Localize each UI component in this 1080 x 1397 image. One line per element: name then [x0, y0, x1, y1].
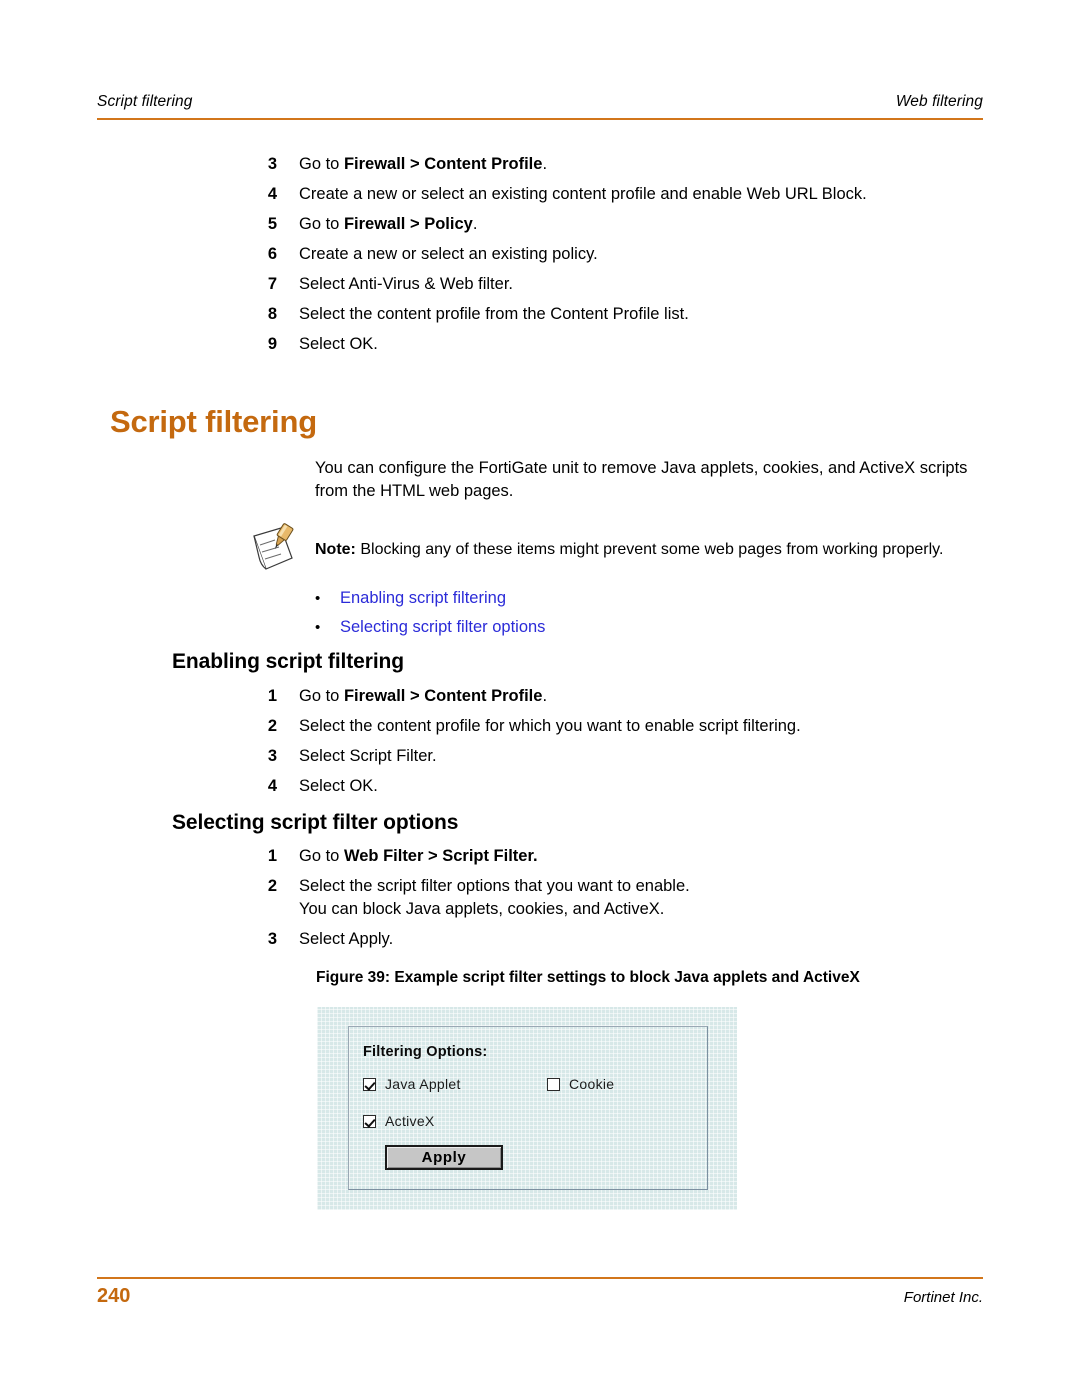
list-item: 7 Select Anti-Virus & Web filter. — [223, 273, 1080, 296]
step-number: 2 — [267, 877, 277, 895]
step-text: Select OK. — [299, 777, 378, 795]
list-item: 2 Select the script filter options that … — [223, 875, 1080, 921]
section-b-step-list: 1 Go to Web Filter > Script Filter. 2 Se… — [0, 845, 1080, 958]
top-step-list: 3 Go to Firewall > Content Profile. 4 Cr… — [0, 153, 1080, 363]
panel-title: Filtering Options: — [363, 1044, 488, 1060]
step-text: Select Apply. — [299, 930, 394, 948]
bullet-icon: • — [315, 590, 321, 607]
step-number: 8 — [267, 305, 277, 323]
list-item: 8 Select the content profile from the Co… — [223, 303, 1080, 326]
step-number: 5 — [267, 215, 277, 233]
page-number: 240 — [97, 1285, 131, 1307]
step-text: Go to Firewall > Content Profile. — [299, 687, 548, 705]
step-text-line2: You can block Java applets, cookies, and… — [299, 900, 665, 918]
header-left-title: Script filtering — [97, 93, 193, 110]
checkbox-java-applet[interactable] — [363, 1077, 376, 1091]
step-text: Select Anti-Virus & Web filter. — [299, 275, 513, 293]
figure-caption: Figure 39: Example script filter setting… — [316, 969, 860, 986]
header-divider-rule — [97, 118, 983, 120]
publisher-name: Fortinet Inc. — [903, 1289, 983, 1306]
step-text: Go to Firewall > Policy. — [299, 215, 478, 233]
checkbox-label-cookie: Cookie — [569, 1076, 615, 1092]
list-item: 5 Go to Firewall > Policy. — [223, 213, 1080, 236]
step-text: Go to Web Filter > Script Filter. — [299, 847, 538, 865]
step-number: 3 — [267, 155, 277, 173]
list-item: 1 Go to Web Filter > Script Filter. — [223, 845, 1080, 868]
step-text: Select the content profile for which you… — [299, 717, 801, 735]
section-a-step-list: 1 Go to Firewall > Content Profile. 2 Se… — [0, 685, 1080, 805]
list-item: 3 Select Apply. — [223, 928, 1080, 951]
step-text: Select the script filter options that yo… — [299, 875, 690, 921]
step-number: 4 — [267, 777, 277, 795]
cross-reference-list: • Enabling script filtering • Selecting … — [315, 588, 545, 646]
list-item: 2 Select the content profile for which y… — [223, 715, 1080, 738]
list-item: 1 Go to Firewall > Content Profile. — [223, 685, 1080, 708]
step-number: 3 — [267, 747, 277, 765]
step-number: 9 — [267, 335, 277, 353]
figure-screenshot: Filtering Options: Java Applet Cookie Ac… — [317, 1007, 737, 1210]
list-item: 3 Select Script Filter. — [223, 745, 1080, 768]
step-text: Create a new or select an existing polic… — [299, 245, 598, 263]
page-footer: 240 Fortinet Inc. — [97, 1285, 983, 1308]
checkbox-row-cookie[interactable]: Cookie — [547, 1076, 614, 1092]
link-selecting-script-filter-options[interactable]: Selecting script filter options — [340, 617, 545, 637]
step-text: Create a new or select an existing conte… — [299, 185, 867, 203]
list-item: 4 Select OK. — [223, 775, 1080, 798]
step-number: 1 — [267, 687, 277, 705]
checkbox-row-activex[interactable]: ActiveX — [363, 1113, 435, 1129]
note-text: Note: Blocking any of these items might … — [315, 541, 944, 558]
intro-paragraph: You can configure the FortiGate unit to … — [315, 459, 968, 500]
note-pencil-paper-icon — [248, 522, 302, 574]
apply-button[interactable]: Apply — [385, 1145, 503, 1170]
step-number: 3 — [267, 930, 277, 948]
header-right-title: Web filtering — [895, 93, 983, 110]
bullet-icon: • — [315, 619, 321, 636]
list-item[interactable]: • Enabling script filtering — [315, 588, 545, 609]
list-item: 9 Select OK. — [223, 333, 1080, 356]
running-header: Script filtering Web filtering — [97, 93, 983, 111]
step-number: 4 — [267, 185, 277, 203]
section-heading-selecting: Selecting script filter options — [172, 811, 459, 834]
checkbox-row-java-applet[interactable]: Java Applet — [363, 1076, 461, 1092]
step-text: Select the content profile from the Cont… — [299, 305, 689, 323]
footer-divider-rule — [97, 1277, 983, 1279]
list-item: 4 Create a new or select an existing con… — [223, 183, 1080, 206]
note-label: Note: — [315, 541, 356, 558]
step-text: Select Script Filter. — [299, 747, 437, 765]
list-item: 3 Go to Firewall > Content Profile. — [223, 153, 1080, 176]
checkbox-label-java-applet: Java Applet — [385, 1076, 461, 1092]
step-number: 1 — [267, 847, 277, 865]
list-item: 6 Create a new or select an existing pol… — [223, 243, 1080, 266]
page-title: Script filtering — [110, 404, 317, 439]
step-number: 2 — [267, 717, 277, 735]
list-item[interactable]: • Selecting script filter options — [315, 617, 545, 638]
step-number: 6 — [267, 245, 277, 263]
checkbox-cookie[interactable] — [547, 1077, 560, 1091]
step-text: Select OK. — [299, 335, 378, 353]
step-number: 7 — [267, 275, 277, 293]
section-heading-enabling: Enabling script filtering — [172, 650, 405, 673]
checkbox-activex[interactable] — [363, 1114, 376, 1128]
filtering-options-panel: Filtering Options: Java Applet Cookie Ac… — [348, 1026, 708, 1190]
link-enabling-script-filtering[interactable]: Enabling script filtering — [340, 588, 506, 608]
checkbox-label-activex: ActiveX — [385, 1113, 435, 1129]
step-text: Go to Firewall > Content Profile. — [299, 155, 548, 173]
